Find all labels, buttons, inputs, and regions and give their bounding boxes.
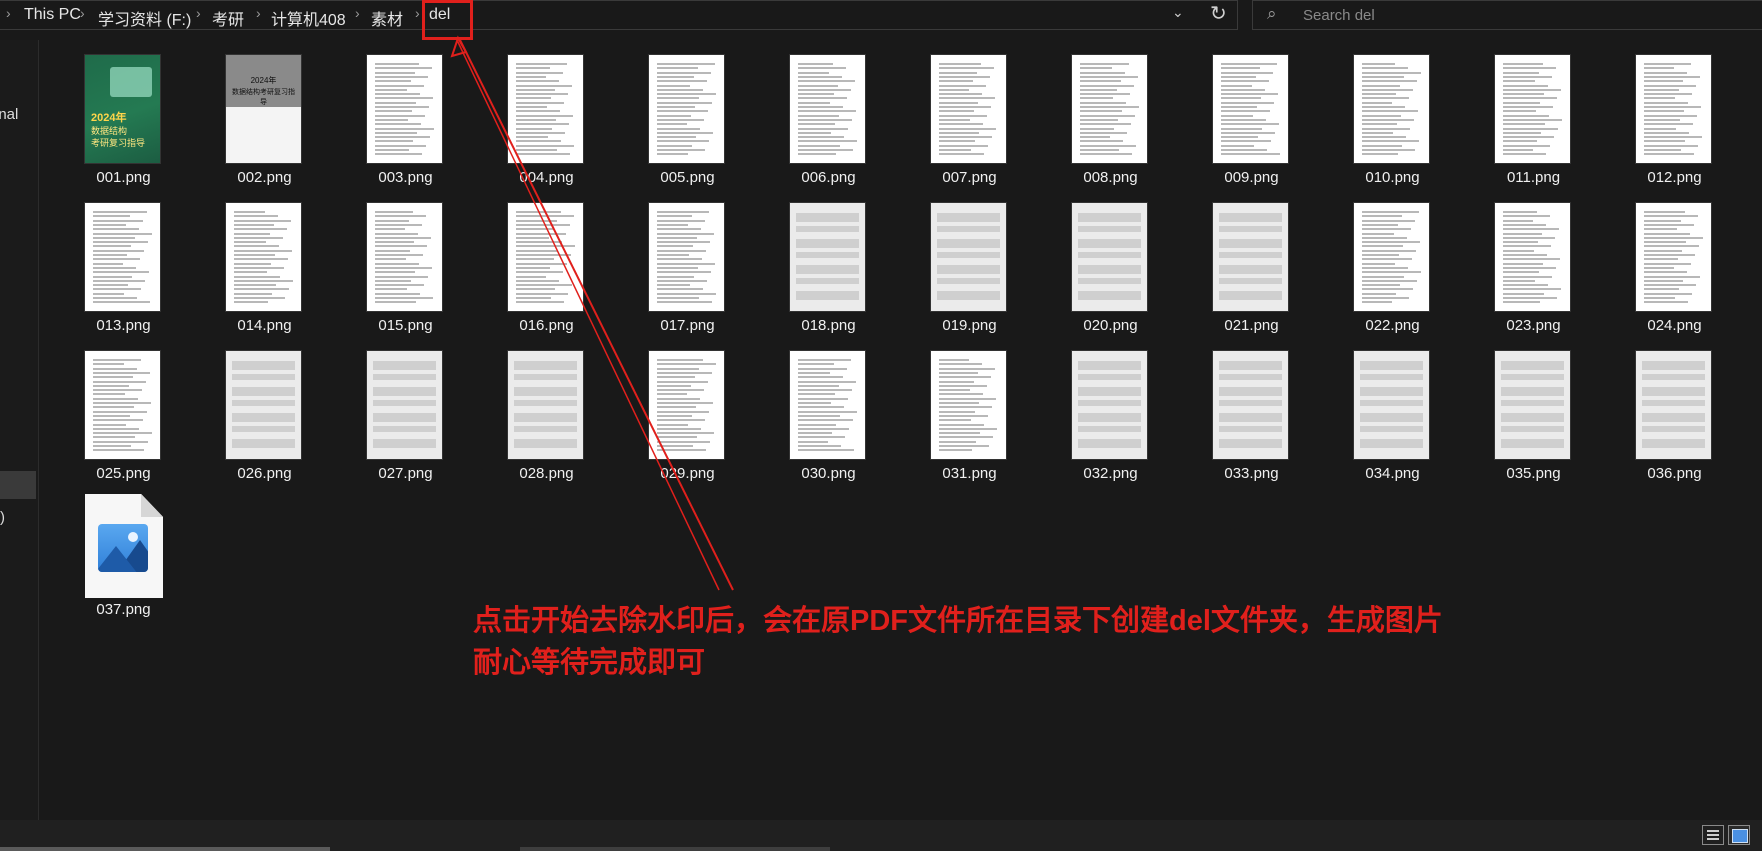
horizontal-scrollbar-track — [520, 847, 830, 851]
large-icons-view-icon[interactable] — [1728, 825, 1750, 845]
annotation-arrow — [450, 35, 734, 591]
horizontal-scrollbar[interactable] — [0, 847, 330, 851]
details-view-icon[interactable] — [1702, 825, 1724, 845]
annotation-text: 点击开始去除水印后，会在原PDF文件所在目录下创建del文件夹，生成图片 耐心等… — [473, 600, 1443, 684]
annotation-line-2: 耐心等待完成即可 — [473, 647, 706, 679]
annotation-line-1: 点击开始去除水印后，会在原PDF文件所在目录下创建del文件夹，生成图片 — [473, 605, 1443, 637]
